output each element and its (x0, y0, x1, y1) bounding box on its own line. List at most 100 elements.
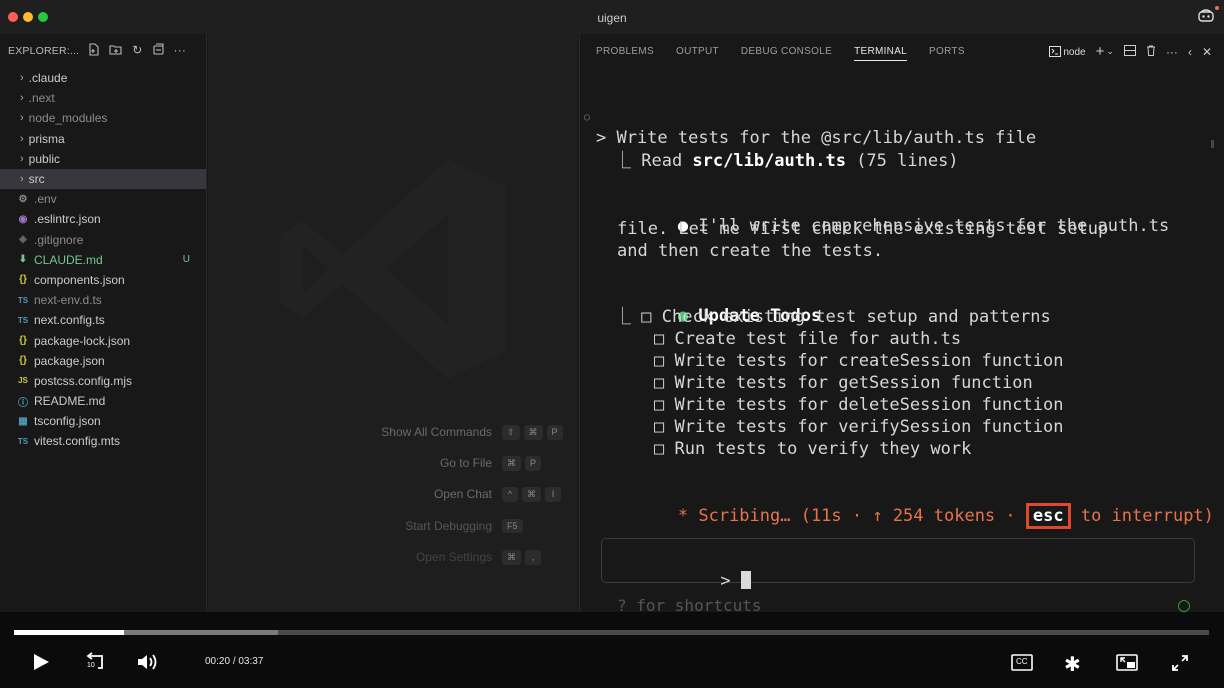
ts-icon: TS (17, 315, 29, 325)
info-icon: ⓘ (18, 397, 28, 409)
explorer-header: EXPLORER:... ↻ ··· (0, 34, 206, 68)
user-prompt-line: > Write tests for the @src/lib/auth.ts f… (596, 128, 1037, 148)
panel-actions: node + ⌄ ··· ‹ ✕ (1048, 43, 1212, 60)
pip-icon[interactable] (1116, 654, 1138, 676)
copilot-icon[interactable] (1198, 8, 1214, 27)
chevron-right-icon: › (20, 152, 24, 165)
todo-item: ⎿ □ Check existing test setup and patter… (614, 307, 1051, 327)
collapse-all-icon[interactable] (152, 43, 165, 59)
captions-label: CC (1016, 657, 1028, 666)
tree-item-eslintrc[interactable]: ◉ .eslintrc.json (0, 209, 206, 229)
file-tree: › .claude › .next › node_modules › prisma › p… (0, 68, 206, 452)
tree-item-postcss-config[interactable]: JS postcss.config.mjs (0, 371, 206, 391)
new-file-icon[interactable] (87, 43, 100, 59)
vscode-logo-watermark (280, 159, 506, 379)
checkbox-icon: □ (654, 417, 665, 437)
new-terminal-icon[interactable]: + (1096, 43, 1105, 60)
volume-icon[interactable] (137, 652, 159, 677)
ts-icon: TS (17, 295, 29, 305)
editor-empty-state: Show All Commands ⇧ ⌘ P Go to File ⌘ P Open… (208, 34, 578, 612)
checkbox-icon: □ (654, 439, 665, 459)
tree-item-readme[interactable]: ⓘ README.md (0, 391, 206, 411)
trash-icon[interactable] (1146, 45, 1156, 59)
tab-problems[interactable]: PROBLEMS (596, 46, 654, 57)
chevron-right-icon: › (20, 92, 24, 105)
play-icon[interactable] (32, 653, 50, 676)
duration: 03:37 (238, 656, 264, 667)
tree-item-next-config[interactable]: TS next.config.ts (0, 310, 206, 330)
more-icon[interactable]: ··· (1166, 45, 1178, 59)
time-readout: 00:20 / 03:37 (205, 656, 264, 667)
checkbox-icon: □ (654, 395, 665, 415)
assistant-message-line-3: and then create the tests. (617, 241, 884, 261)
current-time: 00:20 (205, 656, 231, 667)
rewind-label: 10 (87, 662, 95, 669)
tree-item-node-modules[interactable]: › node_modules (0, 108, 206, 128)
notification-dot (1215, 6, 1219, 10)
terminal-output[interactable]: ○ > Write tests for the @src/lib/auth.ts… (580, 68, 1224, 612)
tree-item-vitest-config[interactable]: TS vitest.config.mts (0, 431, 206, 451)
eslint-icon: ◉ (18, 213, 28, 225)
js-icon: JS (18, 376, 28, 386)
todo-item: □ Create test file for auth.ts (654, 329, 962, 349)
todo-item: □ Write tests for getSession function (654, 373, 1033, 393)
terminal-scrollbar[interactable] (1211, 140, 1214, 148)
untracked-badge: U (182, 254, 190, 266)
checkbox-icon: □ (654, 373, 665, 393)
terminal-selector[interactable]: node (1048, 45, 1086, 58)
tree-item-claude[interactable]: › .claude (0, 68, 206, 88)
refresh-icon[interactable]: ↻ (132, 43, 142, 59)
ts-icon: TS (17, 436, 29, 446)
tree-item-next[interactable]: › .next (0, 88, 206, 108)
go-to-file-shortcut[interactable]: Go to File ⌘ P (440, 455, 542, 471)
open-settings-shortcut[interactable]: Open Settings ⌘, (416, 549, 541, 565)
tree-item-next-env[interactable]: TS next-env.d.ts (0, 290, 206, 310)
read-file-line: ⎿ Read src/lib/auth.ts (75 lines) (614, 151, 959, 171)
tab-terminal[interactable]: TERMINAL (854, 46, 908, 61)
chevron-down-icon[interactable]: ⌄ (1106, 46, 1114, 57)
status-line: * Scribing… (11s · ↑ 254 tokens · esc to… (596, 486, 1214, 546)
esc-key-highlight[interactable]: esc (1025, 503, 1071, 529)
show-all-commands-shortcut[interactable]: Show All Commands ⇧ ⌘ P (381, 424, 563, 440)
tree-item-package-json[interactable]: {} package.json (0, 351, 206, 371)
progress-bar[interactable] (14, 630, 1209, 635)
tree-item-prisma[interactable]: › prisma (0, 129, 206, 149)
checkbox-icon: □ (654, 329, 665, 349)
tree-item-gitignore[interactable]: ◈ .gitignore (0, 230, 206, 250)
fullscreen-icon[interactable] (1171, 654, 1189, 677)
tab-ports[interactable]: PORTS (929, 46, 965, 57)
open-chat-shortcut[interactable]: Open Chat ^ ⌘ I (434, 486, 561, 502)
tree-item-env[interactable]: ⚙ .env (0, 189, 206, 209)
tab-debug-console[interactable]: DEBUG CONSOLE (741, 46, 832, 57)
close-panel-icon[interactable]: ✕ (1202, 45, 1212, 59)
tsconfig-icon: ▦ (18, 415, 28, 427)
chevron-left-icon[interactable]: ‹ (1188, 45, 1192, 59)
more-actions-icon[interactable]: ··· (174, 43, 187, 59)
markdown-icon: ⬇ (18, 254, 28, 266)
start-debugging-shortcut[interactable]: Start Debugging F5 (405, 519, 523, 533)
shortcuts-hint: ? for shortcuts (617, 596, 762, 612)
chevron-right-icon: › (20, 72, 24, 85)
tree-item-components-json[interactable]: {} components.json (0, 270, 206, 290)
tree-item-tsconfig[interactable]: ▦ tsconfig.json (0, 411, 206, 431)
tree-item-package-lock[interactable]: {} package-lock.json (0, 330, 206, 350)
window-title: uigen (597, 11, 627, 25)
todo-item: □ Write tests for verifySession function (654, 417, 1064, 437)
tree-item-claude-md[interactable]: ⬇ CLAUDE.md U (0, 250, 206, 270)
tree-item-src[interactable]: › src (0, 168, 206, 190)
title-bar: uigen (0, 0, 1224, 34)
terminal-icon (1048, 45, 1061, 57)
chevron-right-icon: › (20, 132, 24, 145)
played-bar (14, 630, 124, 635)
settings-icon[interactable]: ✱ (1064, 652, 1081, 677)
chevron-right-icon: › (20, 112, 24, 125)
captions-icon[interactable]: CC (1011, 654, 1033, 676)
rewind-10-icon[interactable]: 10 (84, 652, 106, 677)
split-terminal-icon[interactable] (1123, 44, 1136, 59)
new-folder-icon[interactable] (109, 43, 123, 59)
status-ring-icon (1178, 600, 1190, 612)
tab-output[interactable]: OUTPUT (676, 46, 719, 57)
tree-item-public[interactable]: › public (0, 149, 206, 169)
prompt-input-box[interactable]: > (601, 538, 1195, 591)
json-icon: {} (19, 274, 27, 286)
